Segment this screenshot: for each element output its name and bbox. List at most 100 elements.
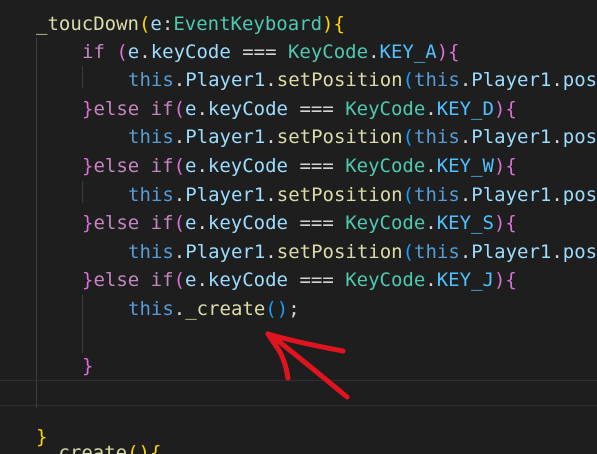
code-token: KEY_J — [436, 269, 494, 291]
code-token: { — [505, 98, 517, 120]
code-token: . — [173, 184, 186, 206]
code-token: e — [185, 269, 197, 291]
code-line[interactable]: } — [82, 352, 93, 380]
code-token: } — [82, 155, 94, 177]
code-token: ( — [265, 298, 277, 320]
code-token: else — [93, 212, 140, 234]
code-token: . — [265, 69, 277, 91]
code-token: . — [196, 98, 208, 120]
code-token: EventKeyboard — [173, 13, 323, 35]
code-token: Player1 — [471, 69, 552, 91]
code-token: { — [505, 155, 517, 177]
code-token: . — [425, 155, 437, 177]
code-token: . — [459, 184, 472, 206]
code-token: ( — [173, 212, 186, 234]
code-token: Player1 — [185, 69, 266, 91]
code-token: Player1 — [471, 126, 552, 148]
code-token: KEY_D — [436, 98, 494, 120]
code-token: : — [161, 13, 174, 35]
code-token: ) — [436, 41, 449, 63]
code-token: e — [185, 98, 197, 120]
code-editor[interactable]: _toucDown(e:EventKeyboard){if (e.keyCode… — [0, 0, 597, 454]
code-line[interactable]: this.Player1.setPosition(this.Player1.po… — [128, 66, 597, 94]
code-token: . — [459, 126, 472, 148]
code-token: KEY_S — [436, 212, 494, 234]
code-token: ) — [276, 298, 289, 320]
code-token: if — [82, 41, 105, 63]
code-token: { — [333, 13, 345, 35]
code-token: . — [368, 41, 380, 63]
code-token: ( — [127, 442, 139, 454]
code-token: === — [288, 155, 346, 177]
indent-guide — [82, 295, 83, 353]
code-token: Player1 — [471, 241, 552, 263]
code-token: this — [128, 241, 174, 263]
current-line-highlight — [0, 380, 597, 406]
code-token: else — [93, 269, 140, 291]
code-token: KeyCode — [345, 212, 426, 234]
indent-guide — [36, 38, 37, 408]
code-token: setPosition — [276, 126, 403, 148]
code-token: ( — [402, 184, 415, 206]
code-line[interactable]: _toucDown(e:EventKeyboard){ — [36, 10, 345, 38]
code-token: this — [414, 184, 460, 206]
code-token: . — [196, 212, 208, 234]
code-line[interactable]: this._create(); — [128, 295, 300, 323]
code-line[interactable]: this.Player1.setPosition(this.Player1.po… — [128, 238, 597, 266]
code-token: . — [551, 241, 563, 263]
code-token: . — [551, 126, 563, 148]
code-token: . — [139, 41, 151, 63]
code-line[interactable]: this.Player1.setPosition(this.Player1.po… — [128, 123, 597, 151]
code-token: . — [551, 69, 563, 91]
code-token: ( — [173, 269, 186, 291]
code-token: this — [414, 126, 460, 148]
code-token: this — [414, 69, 460, 91]
code-token: e — [185, 212, 197, 234]
code-token: this — [128, 69, 174, 91]
code-token: _create — [185, 298, 266, 320]
code-line[interactable]: }else if(e.keyCode === KeyCode.KEY_D){ — [82, 95, 517, 123]
code-line[interactable]: }else if(e.keyCode === KeyCode.KEY_J){ — [82, 266, 517, 294]
code-token: . — [265, 184, 277, 206]
code-token: Player1 — [185, 184, 266, 206]
code-token: === — [288, 269, 346, 291]
code-token: else — [93, 155, 140, 177]
code-token: ) — [493, 269, 506, 291]
code-token: KeyCode — [287, 41, 369, 63]
code-token: else — [93, 98, 140, 120]
code-token: ; — [288, 298, 300, 320]
code-token: . — [196, 269, 208, 291]
code-line[interactable]: } — [36, 423, 47, 451]
code-token: keyCode — [207, 155, 288, 177]
code-line[interactable]: }else if(e.keyCode === KeyCode.KEY_S){ — [82, 209, 517, 237]
code-token: if — [150, 155, 174, 177]
code-token: . — [173, 241, 186, 263]
code-token: ( — [402, 241, 415, 263]
code-token: KeyCode — [345, 269, 426, 291]
code-token: e — [150, 13, 162, 35]
code-token: this — [414, 241, 460, 263]
code-token: keyCode — [207, 212, 288, 234]
code-token: keyCode — [150, 41, 231, 63]
code-token: pos — [562, 184, 597, 206]
code-token: this — [128, 126, 174, 148]
code-token: ) — [138, 442, 150, 454]
code-token: . — [551, 184, 563, 206]
code-token: . — [265, 126, 277, 148]
code-token: { — [505, 269, 517, 291]
code-token: ( — [173, 98, 186, 120]
code-token: . — [173, 126, 186, 148]
code-token: keyCode — [207, 98, 288, 120]
code-token: pos — [562, 241, 597, 263]
code-token: pos — [562, 69, 597, 91]
code-line[interactable]: _create(){ — [47, 439, 161, 454]
code-token: === — [288, 212, 346, 234]
code-line[interactable]: this.Player1.setPosition(this.Player1.po… — [128, 181, 597, 209]
code-token: setPosition — [276, 241, 403, 263]
code-line[interactable]: }else if(e.keyCode === KeyCode.KEY_W){ — [82, 152, 517, 180]
code-line[interactable]: if (e.keyCode === KeyCode.KEY_A){ — [82, 38, 460, 66]
